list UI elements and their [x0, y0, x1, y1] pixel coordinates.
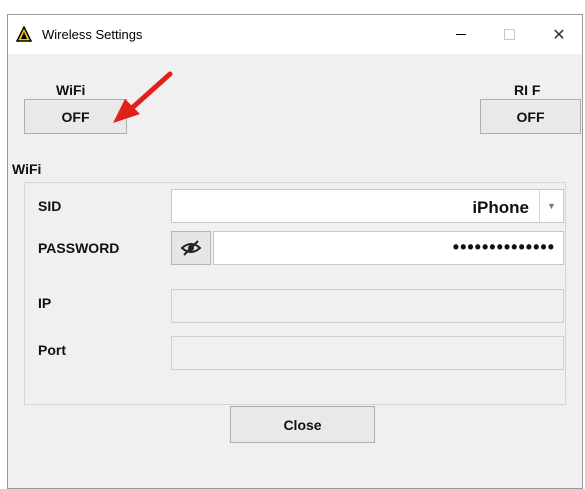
red-arrow-icon [113, 71, 173, 123]
sid-value: iPhone [472, 198, 529, 217]
password-field[interactable]: •••••••••••••• [213, 231, 564, 265]
port-label: Port [38, 342, 66, 358]
wifi-label: WiFi [56, 82, 86, 98]
rf-toggle-button[interactable]: OFF [480, 99, 581, 134]
sid-label: SID [38, 198, 62, 214]
close-icon: ✕ [552, 26, 566, 44]
sid-dropdown-button[interactable]: ▼ [539, 190, 563, 222]
minimize-button[interactable] [438, 15, 484, 54]
minimize-icon [456, 34, 466, 35]
maximize-icon [503, 29, 515, 40]
wifi-group-title: WiFi [12, 161, 42, 177]
warning-triangle-icon [16, 26, 32, 42]
window-title: Wireless Settings [42, 27, 143, 42]
password-value: •••••••••••••• [452, 237, 555, 257]
ip-field[interactable] [171, 289, 564, 323]
rf-label: RI F [514, 82, 541, 98]
close-window-button[interactable]: ✕ [536, 15, 582, 54]
wifi-group: SID iPhone ▼ PASSWORD •••••••••••••• IP … [24, 182, 566, 405]
maximize-button[interactable] [486, 15, 532, 54]
title-bar: Wireless Settings ✕ [8, 15, 582, 54]
ip-label: IP [38, 295, 52, 311]
wireless-settings-window: Wireless Settings ✕ WiFi OFF RI F OFF Wi… [7, 14, 583, 489]
sid-combobox[interactable]: iPhone ▼ [171, 189, 564, 223]
password-label: PASSWORD [38, 240, 120, 256]
toggle-password-visibility-button[interactable] [171, 231, 211, 265]
close-button[interactable]: Close [230, 406, 375, 443]
eye-slash-icon [181, 240, 201, 256]
chevron-down-icon: ▼ [547, 201, 556, 211]
port-field[interactable] [171, 336, 564, 370]
